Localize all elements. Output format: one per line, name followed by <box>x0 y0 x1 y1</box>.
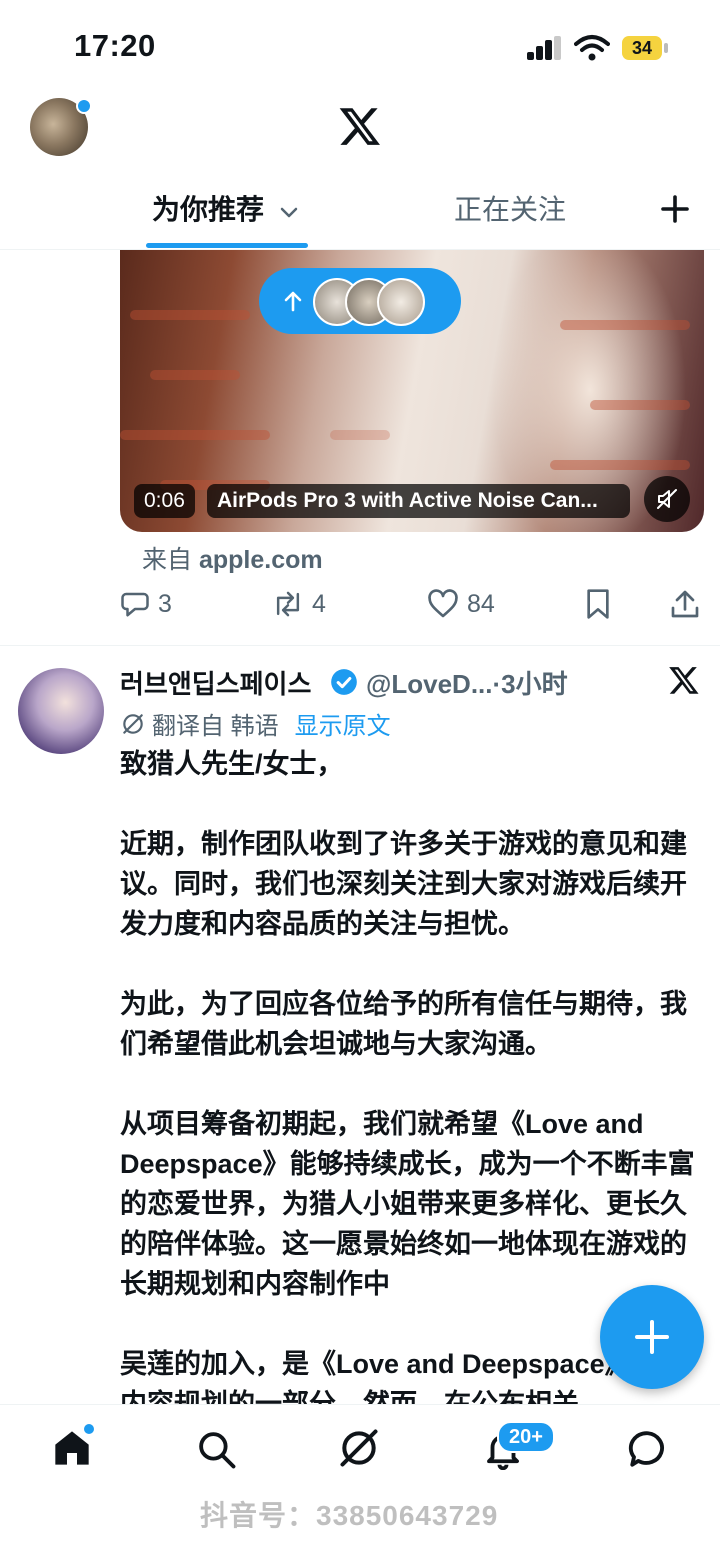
reply-icon <box>121 592 149 617</box>
plus-icon <box>635 1320 669 1354</box>
repost-count: 4 <box>312 589 326 618</box>
battery-cap <box>664 43 668 53</box>
heart-icon <box>428 589 458 618</box>
author-handle[interactable]: @LoveD...·3小时 <box>366 664 568 701</box>
source-domain: apple.com <box>198 546 323 574</box>
home-icon[interactable] <box>52 1428 92 1468</box>
post-divider <box>0 645 720 646</box>
post-time: ·3小时 <box>492 669 568 699</box>
cellular-signal-icon <box>527 36 563 60</box>
link-source[interactable]: 来自 apple.com <box>142 540 323 576</box>
tab-for-you[interactable]: 为你推荐 <box>152 188 300 232</box>
unread-dot <box>76 98 92 114</box>
source-prefix: 来自 <box>142 546 193 574</box>
handle-text: @LoveD... <box>366 669 493 699</box>
tab-for-you-label: 为你推荐 <box>152 194 265 225</box>
like-count: 84 <box>467 589 495 618</box>
reply-button[interactable]: 3 <box>120 586 172 622</box>
video-duration: 0:06 <box>134 484 195 518</box>
repost-icon <box>276 591 300 617</box>
author-avatar[interactable] <box>18 668 104 754</box>
battery-indicator: 34 <box>622 36 662 60</box>
grok-icon[interactable] <box>337 1426 381 1470</box>
bookmark-icon <box>587 589 609 619</box>
tab-following[interactable]: 正在关注 <box>454 188 566 232</box>
add-tab-icon[interactable] <box>660 194 690 224</box>
video-title: AirPods Pro 3 with Active Noise Can... <box>207 484 630 518</box>
mute-button[interactable] <box>644 476 690 522</box>
new-posts-pill[interactable] <box>259 268 461 334</box>
post-paragraph: 近期，制作团队收到了许多关于游戏的意见和建议。同时，我们也深刻关注到大家对游戏后… <box>120 829 687 939</box>
post-paragraph: 为此，为了回应各位给予的所有信任与期待，我们希望借此机会坦诚地与大家沟通。 <box>120 989 687 1059</box>
x-logo-icon <box>669 667 699 694</box>
pill-avatar <box>377 278 425 326</box>
active-tab-indicator <box>146 243 308 248</box>
messages-icon[interactable] <box>626 1428 670 1470</box>
reply-count: 3 <box>158 589 172 618</box>
bookmark-button[interactable] <box>584 586 612 622</box>
chevron-down-icon <box>280 207 298 217</box>
wifi-icon <box>574 35 610 61</box>
grok-translate-icon <box>123 713 143 734</box>
search-icon[interactable] <box>195 1428 237 1470</box>
arrow-up-icon <box>284 291 302 312</box>
translated-label: 翻译自 韩语 <box>152 713 279 740</box>
watermark: 抖音号：33850643729 <box>200 1500 499 1531</box>
status-time: 17:20 <box>74 28 156 63</box>
author-name[interactable]: 러브앤딥스페이스 <box>120 664 311 701</box>
repost-button[interactable]: 4 <box>272 586 326 622</box>
notifications-badge: 20+ <box>497 1421 555 1453</box>
x-logo-icon[interactable] <box>338 104 382 148</box>
translation-notice: 翻译自 韩语 显示原文 <box>120 706 391 741</box>
verified-badge-icon <box>331 669 357 695</box>
post-paragraph: 从项目筹备初期起，我们就希望《Love and Deepspace》能够持续成长… <box>120 1109 695 1299</box>
home-unread-dot <box>84 1424 94 1434</box>
post-paragraph: 致猎人先生/女士， <box>120 749 344 779</box>
share-button[interactable] <box>670 586 700 622</box>
speaker-muted-icon <box>657 489 677 509</box>
share-icon <box>671 590 699 618</box>
compose-button[interactable] <box>600 1285 704 1389</box>
show-original-link[interactable]: 显示原文 <box>295 706 391 741</box>
like-button[interactable]: 84 <box>427 586 495 622</box>
